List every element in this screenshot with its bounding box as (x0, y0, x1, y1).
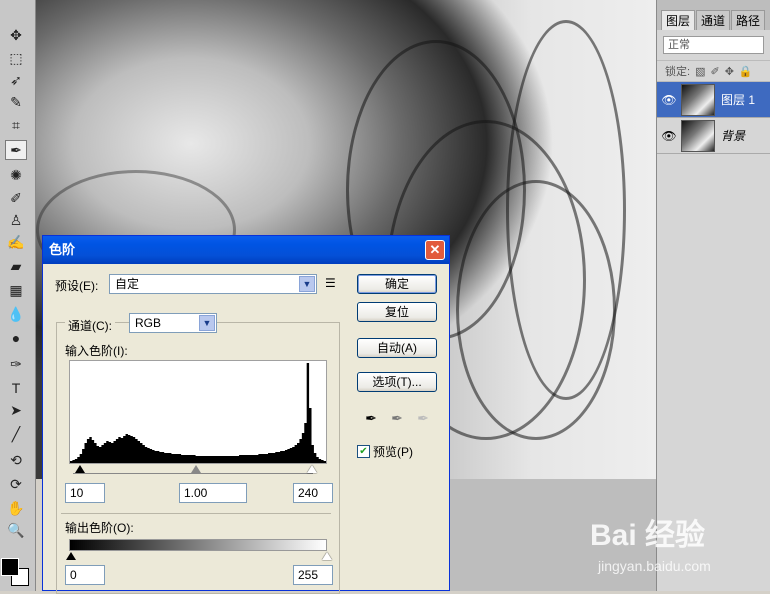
output-white-field[interactable]: 255 (293, 565, 333, 585)
panel-tabs: 图层 通道 路径 (657, 0, 770, 30)
eyedropper-icon[interactable]: ✒ (5, 140, 27, 160)
brush-icon[interactable]: ✐ (5, 188, 27, 208)
gradient-icon[interactable]: ▦ (5, 280, 27, 300)
stamp-icon[interactable]: ♙ (5, 210, 27, 230)
channel-value: RGB (135, 316, 162, 330)
3d-rotate-icon[interactable]: ⟲ (5, 450, 27, 470)
line-icon[interactable]: ╱ (5, 424, 27, 444)
close-icon[interactable]: ✕ (425, 240, 445, 260)
preset-label: 预设(E): (55, 279, 99, 293)
zoom-icon[interactable]: 🔍 (5, 520, 27, 540)
output-black-field[interactable]: 0 (65, 565, 105, 585)
layer-thumbnail (681, 83, 715, 116)
quick-select-icon[interactable]: ✎ (5, 92, 27, 112)
preview-label: 预览(P) (373, 445, 413, 459)
input-black-field[interactable]: 10 (65, 483, 105, 503)
layer-thumbnail (681, 119, 715, 152)
preview-checkbox-row[interactable]: ✔ 预览(P) (357, 443, 413, 460)
auto-button[interactable]: 自动(A) (357, 338, 437, 358)
visibility-eye-icon[interactable]: 👁 (657, 129, 681, 143)
tools-panel: ✥ ⬚ ➶ ✎ ⌗ ✒ ✺ ✐ ♙ ✍ ▰ ▦ 💧 ● ✑ T ➤ ╱ ⟲ ⟳ ✋ 🔍 (0, 0, 36, 591)
marquee-icon[interactable]: ⬚ (5, 48, 27, 68)
options-button[interactable]: 选项(T)... (357, 372, 437, 392)
input-white-field[interactable]: 240 (293, 483, 333, 503)
hand-icon[interactable]: ✋ (5, 498, 27, 518)
channel-select[interactable]: RGB ▼ (129, 313, 217, 333)
output-levels-label: 输出色阶(O): (65, 521, 134, 535)
layer-name: 背景 (721, 129, 746, 143)
channel-label: 通道(C): (65, 317, 115, 334)
preset-select[interactable]: 自定 ▼ (109, 274, 317, 294)
chevron-down-icon: ▼ (299, 276, 315, 292)
levels-dialog: 色阶 ✕ 预设(E): 自定 ▼ ☰ 确定 复位 自动(A) 选项(T)... … (42, 235, 450, 594)
lock-position-icon[interactable]: ✥ (725, 65, 734, 78)
dialog-title: 色阶 (49, 242, 76, 257)
tab-layers[interactable]: 图层 (661, 10, 696, 30)
chevron-down-icon: ▼ (199, 315, 215, 331)
lasso-icon[interactable]: ➶ (5, 70, 27, 90)
watermark-url: jingyan.baidu.com (598, 558, 711, 574)
layers-panel: 图层 通道 路径 正常 锁定: ▧ ✐ ✥ 🔒 👁 图层 1 👁 背景 (656, 0, 770, 591)
input-levels-label: 输入色阶(I): (65, 344, 128, 358)
output-white-slider[interactable] (322, 552, 332, 560)
blur-icon[interactable]: 💧 (5, 304, 27, 324)
lock-all-icon[interactable]: 🔒 (739, 65, 753, 78)
visibility-eye-icon[interactable]: 👁 (657, 93, 681, 107)
input-black-slider[interactable] (75, 465, 85, 473)
input-white-slider[interactable] (307, 465, 317, 473)
foreground-color-swatch[interactable] (1, 558, 19, 576)
3d-orbit-icon[interactable]: ⟳ (5, 474, 27, 494)
layer-name: 图层 1 (721, 93, 756, 107)
lock-row: 锁定: ▧ ✐ ✥ 🔒 (657, 60, 770, 82)
black-eyedropper-icon[interactable]: ✒ (361, 408, 381, 428)
output-gradient-bar (69, 539, 327, 551)
reset-button[interactable]: 复位 (357, 302, 437, 322)
white-eyedropper-icon[interactable]: ✒ (413, 408, 433, 428)
output-black-slider[interactable] (66, 552, 76, 560)
tab-channels[interactable]: 通道 (696, 10, 731, 30)
eraser-icon[interactable]: ▰ (5, 256, 27, 276)
input-gamma-field[interactable]: 1.00 (179, 483, 247, 503)
layer-row-1[interactable]: 👁 图层 1 (657, 82, 770, 118)
tab-paths[interactable]: 路径 (731, 10, 766, 30)
preset-value: 自定 (115, 277, 140, 291)
gray-eyedropper-icon[interactable]: ✒ (387, 408, 407, 428)
type-icon[interactable]: T (5, 378, 27, 398)
input-slider-track (73, 473, 313, 474)
layer-row-background[interactable]: 👁 背景 (657, 118, 770, 154)
ok-button[interactable]: 确定 (357, 274, 437, 294)
histogram-graph (70, 363, 326, 463)
history-brush-icon[interactable]: ✍ (5, 232, 27, 252)
dodge-icon[interactable]: ● (5, 328, 27, 348)
histogram-fill (70, 363, 326, 463)
lock-transparent-icon[interactable]: ▧ (695, 65, 705, 78)
lock-label: 锁定: (665, 66, 691, 78)
preview-checkbox[interactable]: ✔ (357, 445, 370, 458)
histogram (69, 360, 327, 464)
blend-mode-select[interactable]: 正常 (663, 36, 764, 54)
baidu-watermark: Bai 经验 (590, 519, 706, 552)
healing-icon[interactable]: ✺ (5, 165, 27, 185)
crop-icon[interactable]: ⌗ (5, 115, 27, 135)
preset-options-icon[interactable]: ☰ (325, 276, 336, 290)
path-select-icon[interactable]: ➤ (5, 400, 27, 420)
input-gamma-slider[interactable] (191, 465, 201, 473)
move-icon[interactable]: ✥ (5, 25, 27, 45)
pen-icon[interactable]: ✑ (5, 354, 27, 374)
divider (61, 513, 331, 514)
lock-pixels-icon[interactable]: ✐ (710, 65, 719, 78)
dialog-titlebar[interactable]: 色阶 ✕ (43, 236, 449, 264)
